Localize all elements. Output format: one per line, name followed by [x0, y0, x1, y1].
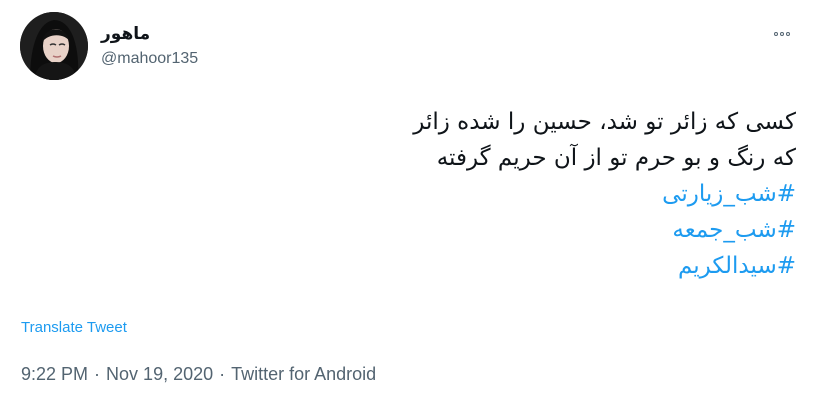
meta-separator: ·	[219, 364, 226, 384]
tweet-source[interactable]: Twitter for Android	[231, 364, 376, 384]
more-options-icon[interactable]	[770, 26, 794, 42]
author-display-name[interactable]: ماهور	[101, 24, 150, 44]
author-handle[interactable]: @mahoor135	[101, 50, 198, 68]
avatar[interactable]	[20, 12, 88, 80]
dot	[780, 32, 784, 36]
tweet-date[interactable]: Nov 19, 2020	[106, 364, 213, 384]
tweet-text: کسی که زائر تو شد، حسین را شده زائر که ر…	[56, 104, 796, 284]
tweet-time[interactable]: 9:22 PM	[21, 364, 88, 384]
dot	[786, 32, 790, 36]
translate-tweet-link[interactable]: Translate Tweet	[21, 319, 127, 336]
hashtag-link[interactable]: #شب_جمعه	[56, 212, 796, 248]
hashtag-link[interactable]: #سیدالکریم	[56, 248, 796, 284]
meta-separator: ·	[94, 364, 101, 384]
dot	[774, 32, 778, 36]
hashtag-link[interactable]: #شب_زیارتی	[56, 176, 796, 212]
tweet-line: کسی که زائر تو شد، حسین را شده زائر	[413, 109, 796, 135]
tweet-line: که رنگ و بو حرم تو از آن حریم گرفته	[436, 145, 796, 171]
tweet-meta: 9:22 PM · Nov 19, 2020 · Twitter for Android	[21, 364, 376, 385]
